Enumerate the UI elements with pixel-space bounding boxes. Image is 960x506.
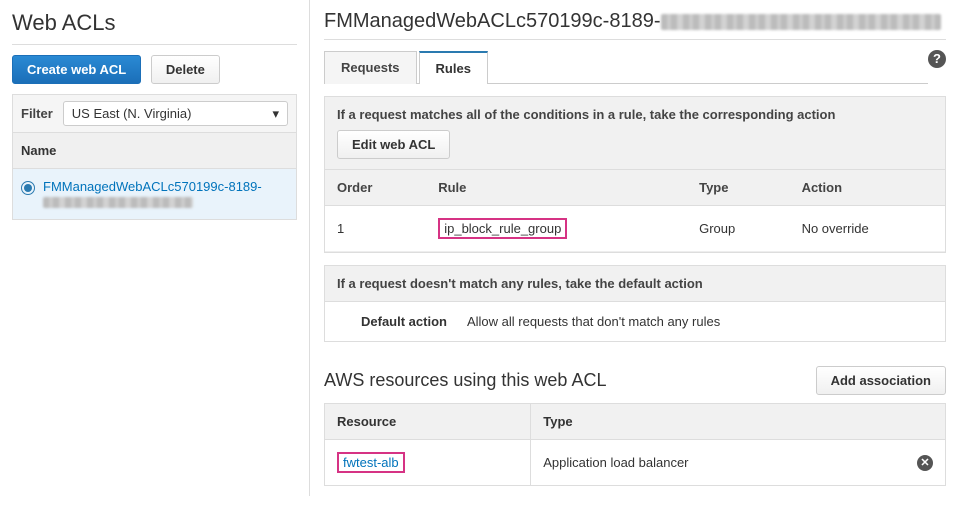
resource-link-highlighted[interactable]: fwtest-alb [337, 452, 405, 473]
divider [12, 44, 297, 45]
remove-association-icon[interactable]: ✕ [917, 455, 933, 471]
tab-rules[interactable]: Rules [419, 51, 488, 84]
divider [324, 39, 946, 40]
region-select-value: US East (N. Virginia) [72, 106, 192, 121]
redacted-text [43, 197, 193, 208]
page-title: Web ACLs [12, 10, 297, 36]
col-type: Type [687, 170, 789, 206]
cell-res-type: Application load balancer [543, 455, 688, 470]
redacted-text [661, 14, 941, 30]
default-action-value: Allow all requests that don't match any … [467, 314, 720, 329]
col-res-type: Type [531, 404, 946, 440]
resources-section-title: AWS resources using this web ACL [324, 370, 606, 391]
default-action-panel: If a request doesn't match any rules, ta… [324, 265, 946, 342]
table-row: fwtest-alb Application load balancer ✕ [325, 440, 946, 486]
region-select[interactable]: US East (N. Virginia) ▾ [63, 101, 288, 126]
col-resource: Resource [325, 404, 531, 440]
edit-web-acl-button[interactable]: Edit web ACL [337, 130, 450, 159]
rules-panel: If a request matches all of the conditio… [324, 96, 946, 253]
cell-rule-highlighted: ip_block_rule_group [438, 218, 567, 239]
default-panel-heading: If a request doesn't match any rules, ta… [337, 276, 933, 291]
name-column-header: Name [12, 133, 297, 169]
delete-button[interactable]: Delete [151, 55, 220, 84]
filter-label: Filter [21, 106, 53, 121]
cell-type: Group [687, 206, 789, 252]
col-action: Action [790, 170, 945, 206]
add-association-button[interactable]: Add association [816, 366, 946, 395]
create-web-acl-button[interactable]: Create web ACL [12, 55, 141, 84]
rules-panel-heading: If a request matches all of the conditio… [337, 107, 933, 122]
cell-order: 1 [325, 206, 426, 252]
tab-requests[interactable]: Requests [324, 51, 417, 84]
radio-selected-icon[interactable] [21, 181, 35, 195]
help-icon[interactable]: ? [928, 50, 946, 68]
col-order: Order [325, 170, 426, 206]
detail-title: FMManagedWebACLc570199c-8189- [324, 10, 946, 33]
default-action-label: Default action [361, 314, 447, 329]
table-row: 1 ip_block_rule_group Group No override [325, 206, 945, 252]
cell-action: No override [790, 206, 945, 252]
acl-list-item[interactable]: FMManagedWebACLc570199c-8189- [13, 169, 296, 219]
acl-item-name: FMManagedWebACLc570199c-8189- [43, 179, 262, 209]
col-rule: Rule [426, 170, 687, 206]
caret-down-icon: ▾ [272, 106, 279, 122]
